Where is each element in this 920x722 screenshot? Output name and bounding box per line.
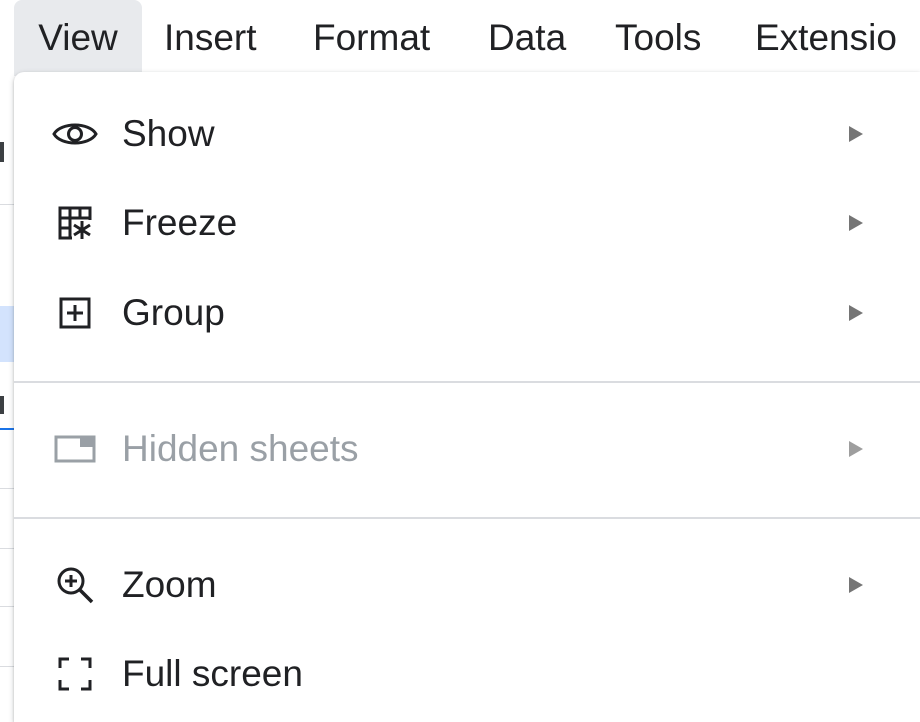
submenu-arrow-icon xyxy=(849,126,863,142)
background-gridline xyxy=(0,548,14,549)
view-dropdown-menu: Show Freeze Group Hidden sheets Zoom Ful… xyxy=(14,72,920,722)
menu-item-freeze[interactable]: Freeze xyxy=(14,179,920,267)
menu-item-zoom[interactable]: Zoom xyxy=(14,541,920,629)
background-gridline xyxy=(0,204,14,205)
menu-separator xyxy=(14,381,920,383)
background-gridline xyxy=(0,488,14,489)
background-gridline xyxy=(0,666,14,667)
menubar-tools[interactable]: Tools xyxy=(597,0,719,76)
menu-item-hidden-sheets: Hidden sheets xyxy=(14,405,920,493)
menu-item-label: Show xyxy=(122,113,215,154)
menu-item-label: Hidden sheets xyxy=(122,428,359,469)
background-gridline xyxy=(0,606,14,607)
menubar-extensions[interactable]: Extensio xyxy=(737,0,915,76)
menu-item-label: Freeze xyxy=(122,202,238,243)
menu-item-label: Full screen xyxy=(122,653,303,694)
background-sheet-strip xyxy=(0,76,14,722)
menu-item-label: Zoom xyxy=(122,564,217,605)
plus-box-icon xyxy=(50,288,100,338)
submenu-arrow-icon xyxy=(849,441,863,457)
menu-item-group[interactable]: Group xyxy=(14,269,920,357)
background-glyph xyxy=(0,396,4,414)
menubar-insert[interactable]: Insert xyxy=(146,0,275,76)
menubar: View Insert Format Data Tools Extensio xyxy=(0,0,920,76)
eye-icon xyxy=(50,109,100,159)
menu-item-show[interactable]: Show xyxy=(14,90,920,178)
background-selection xyxy=(0,306,14,362)
background-glyph xyxy=(0,142,4,162)
hidden-sheet-icon xyxy=(50,424,100,474)
freeze-grid-icon xyxy=(50,198,100,248)
menubar-data[interactable]: Data xyxy=(470,0,584,76)
menu-item-full-screen[interactable]: Full screen xyxy=(14,630,920,718)
fullscreen-icon xyxy=(50,649,100,699)
submenu-arrow-icon xyxy=(849,305,863,321)
submenu-arrow-icon xyxy=(849,577,863,593)
menu-item-label: Group xyxy=(122,292,225,333)
submenu-arrow-icon xyxy=(849,215,863,231)
menubar-view[interactable]: View xyxy=(14,0,142,76)
zoom-in-icon xyxy=(50,560,100,610)
menu-separator xyxy=(14,517,920,519)
menubar-format[interactable]: Format xyxy=(295,0,448,76)
background-underline xyxy=(0,428,14,430)
